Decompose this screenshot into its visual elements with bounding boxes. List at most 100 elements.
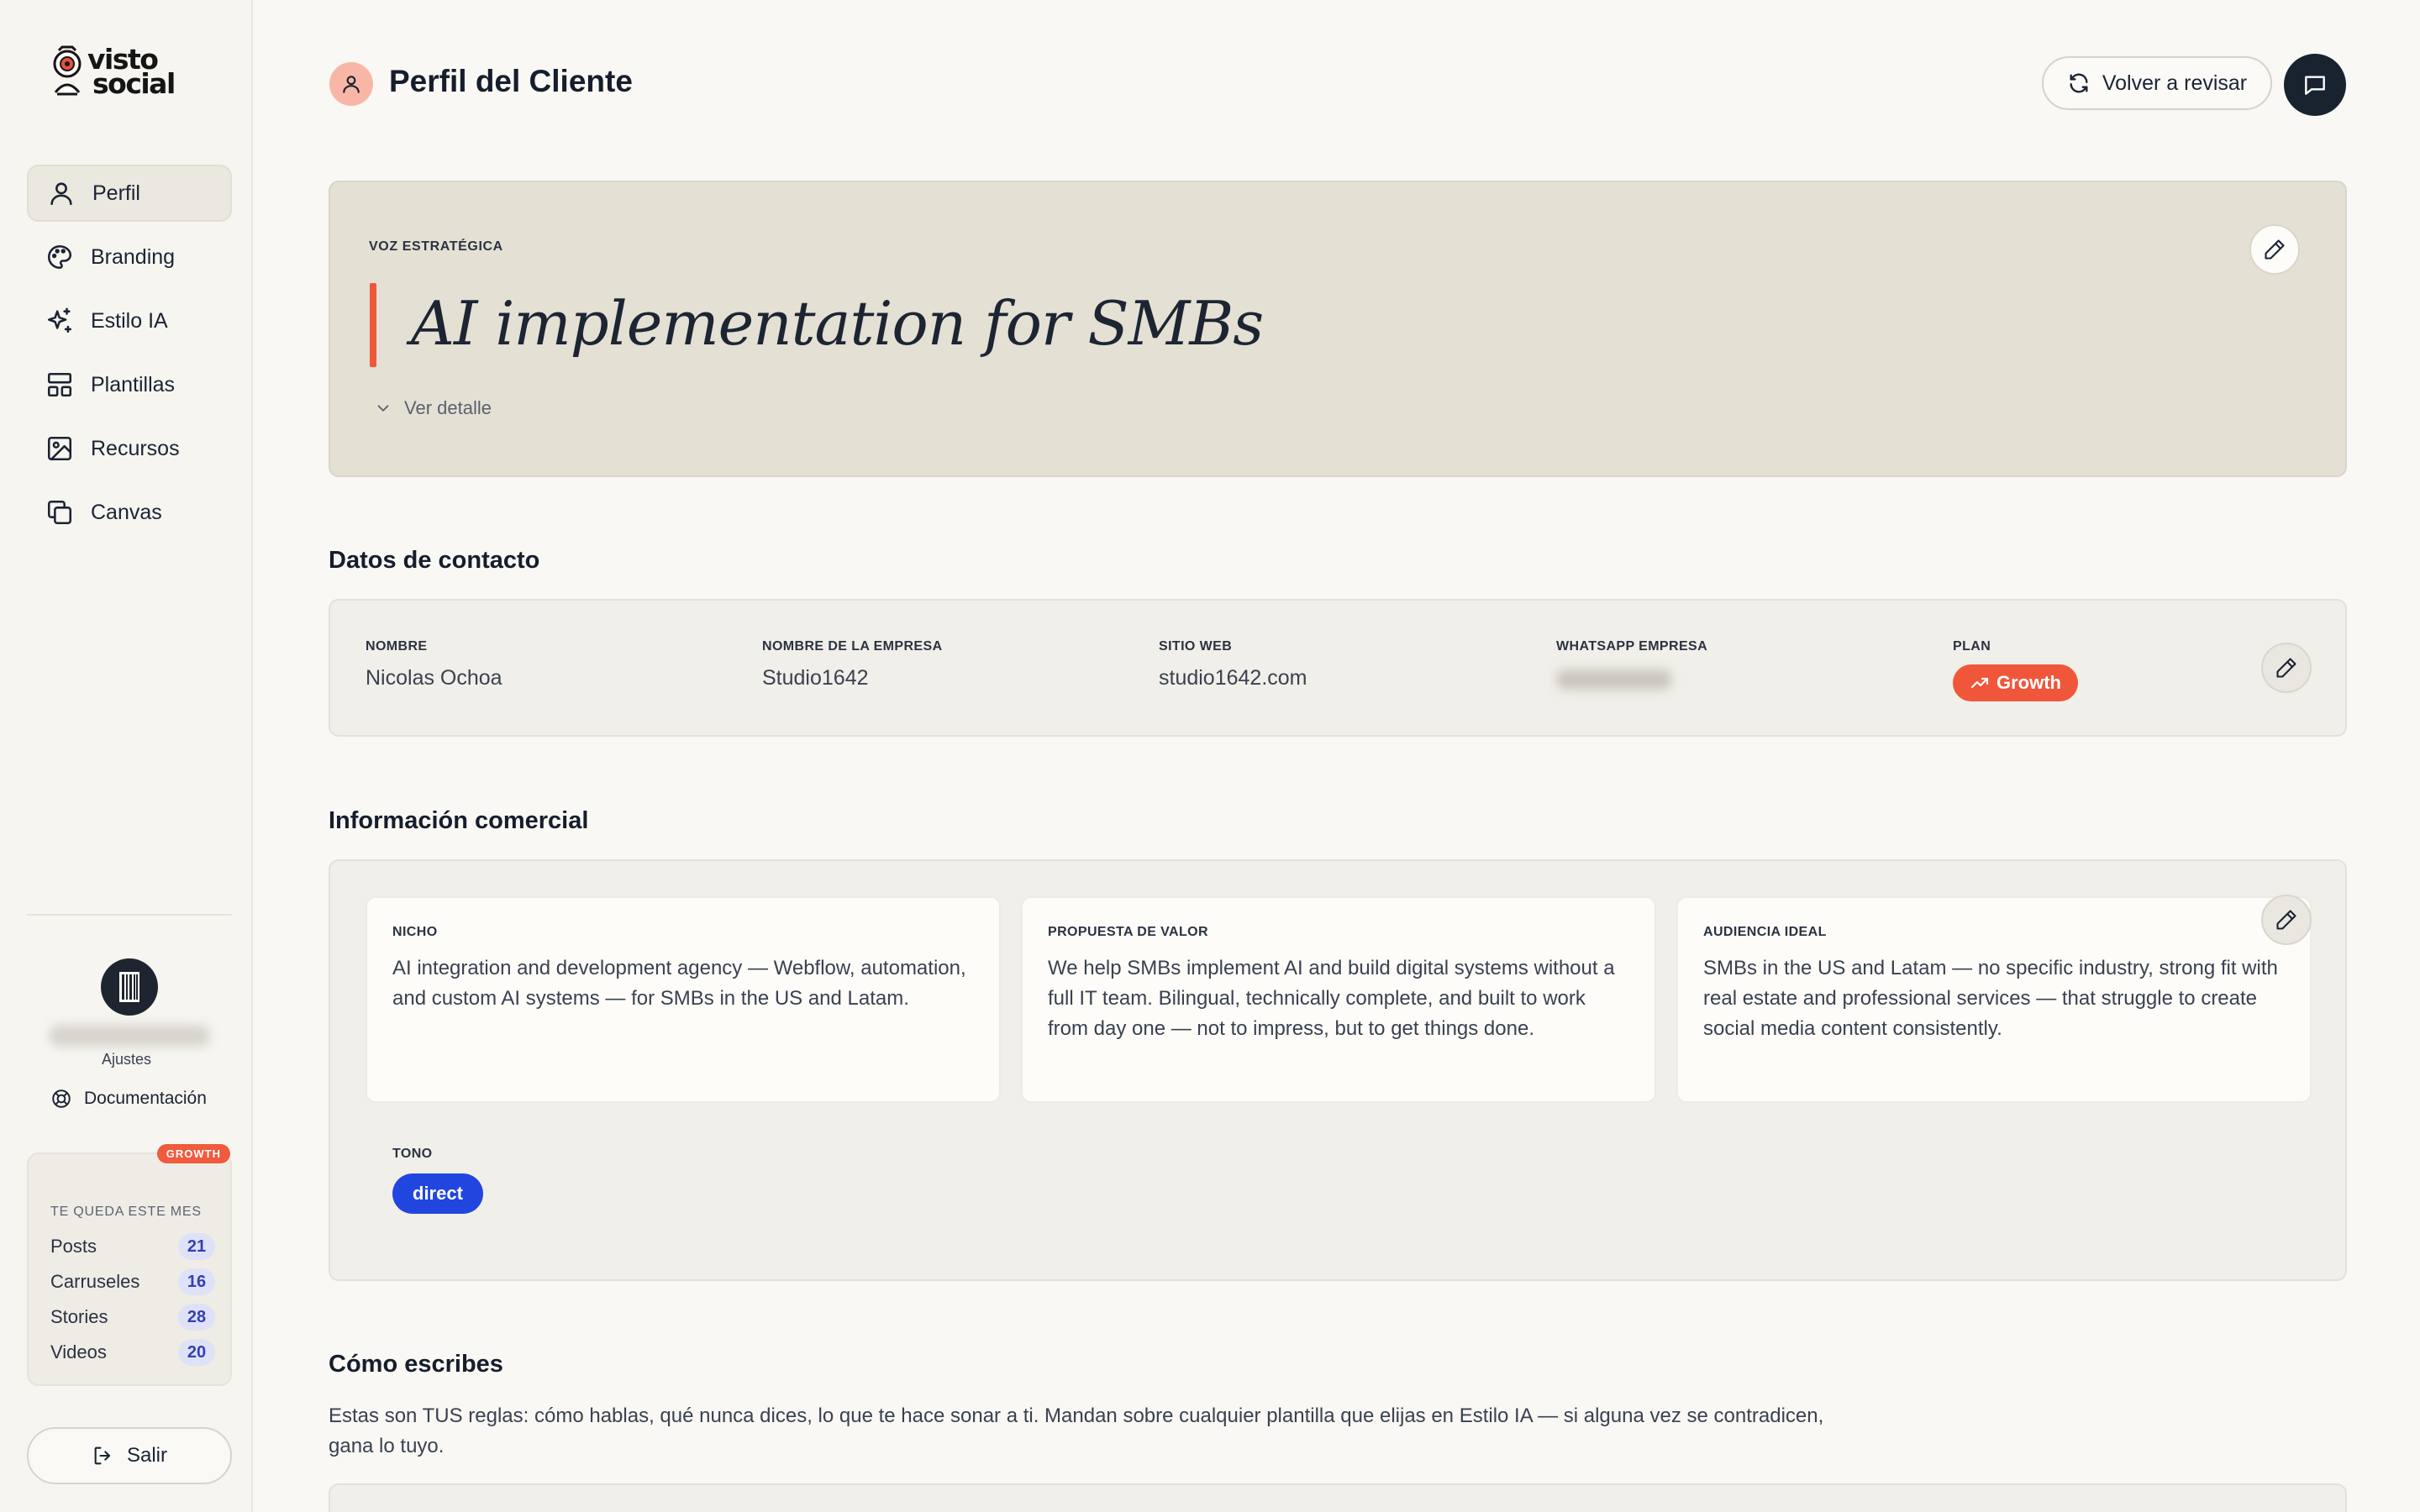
quota-count: 16	[178, 1268, 215, 1295]
sidebar-nav: Perfil Branding Estilo IA Plantillas Rec…	[27, 165, 232, 548]
field-value: SMBs in the US and Latam — no specific i…	[1703, 957, 2278, 1040]
page-title: Perfil del Cliente	[389, 64, 633, 98]
quota-label: Carruseles	[50, 1271, 140, 1292]
sidebar-divider	[27, 914, 232, 916]
field-name: NOMBRE Nicolas Ochoa	[366, 639, 502, 690]
review-again-button[interactable]: Volver a revisar	[2042, 56, 2272, 110]
sidebar-item-canvas[interactable]: Canvas	[27, 484, 232, 541]
field-label: AUDIENCIA IDEAL	[1703, 925, 1827, 939]
strategic-voice-card: VOZ ESTRATÉGICA AI implementation for SM…	[329, 181, 2347, 477]
sidebar-item-label: Estilo IA	[91, 308, 168, 333]
quota-count: 21	[178, 1233, 215, 1260]
trending-up-icon	[1970, 677, 1989, 689]
quota-count: 20	[178, 1339, 215, 1366]
pencil-icon	[2276, 658, 2296, 678]
user-email-redacted	[49, 1025, 210, 1047]
field-value: Nicolas Ochoa	[366, 666, 502, 690]
field-value: studio1642.com	[1159, 666, 1307, 690]
value-proposition-box: PROPUESTA DE VALOR We help SMBs implemen…	[1021, 896, 1656, 1103]
logout-icon	[94, 1446, 111, 1465]
contact-card: NOMBRE Nicolas Ochoa NOMBRE DE LA EMPRES…	[329, 599, 2347, 737]
message-square-icon	[2305, 76, 2325, 95]
image-icon	[47, 436, 72, 461]
sidebar-item-recursos[interactable]: Recursos	[27, 420, 232, 477]
chat-button[interactable]	[2284, 54, 2346, 116]
sidebar-item-label: Recursos	[91, 436, 180, 460]
quota-row-stories: Stories 28	[50, 1304, 215, 1331]
sidebar-item-label: Branding	[91, 244, 176, 269]
sidebar: visto social Perfil Branding Estilo IA P…	[0, 0, 253, 1512]
sidebar-item-estilo-ia[interactable]: Estilo IA	[27, 292, 232, 349]
quota-title: TE QUEDA ESTE MES	[50, 1205, 202, 1219]
avatar[interactable]	[101, 958, 158, 1016]
writing-description: Estas son TUS reglas: cómo hablas, qué n…	[329, 1404, 1824, 1457]
sidebar-item-label: Canvas	[91, 500, 162, 524]
brand-line-2: social	[92, 67, 176, 100]
field-website: SITIO WEB studio1642.com	[1159, 639, 1307, 690]
writing-section-title: Cómo escribes	[329, 1351, 503, 1378]
writing-rules-card	[329, 1483, 2347, 1512]
plan-badge: GROWTH	[156, 1144, 230, 1163]
quota-label: Videos	[50, 1341, 107, 1362]
field-label: WHATSAPP EMPRESA	[1556, 639, 1708, 654]
lifebuoy-icon	[52, 1089, 71, 1108]
field-label: PROPUESTA DE VALOR	[1048, 925, 1208, 939]
field-whatsapp: WHATSAPP EMPRESA	[1556, 639, 1707, 690]
see-detail-label: Ver detalle	[404, 397, 492, 418]
refresh-icon	[2070, 73, 2088, 93]
plan-label: Growth	[1996, 672, 2061, 693]
quota-row-carruseles: Carruseles 16	[50, 1268, 215, 1295]
see-detail-toggle[interactable]: Ver detalle	[374, 397, 492, 419]
plan-badge: Growth	[1953, 664, 2078, 701]
palette-icon	[47, 244, 72, 270]
profile-header-icon	[329, 62, 373, 106]
field-value: Studio1642	[762, 666, 869, 690]
field-plan: PLAN Growth	[1953, 639, 2078, 701]
chevron-down-icon	[377, 405, 389, 412]
commercial-card: NICHO AI integration and development age…	[329, 859, 2347, 1281]
quota-row-videos: Videos 20	[50, 1339, 215, 1366]
sidebar-item-plantillas[interactable]: Plantillas	[27, 356, 232, 413]
field-value: We help SMBs implement AI and build digi…	[1048, 957, 1615, 1040]
edit-commercial-button[interactable]	[2261, 895, 2312, 945]
review-again-label: Volver a revisar	[2102, 71, 2248, 95]
sidebar-item-label: Perfil	[92, 181, 140, 205]
commercial-section-title: Información comercial	[329, 807, 589, 834]
edit-contact-button[interactable]	[2261, 643, 2312, 693]
barcode-logo-icon	[119, 972, 139, 1002]
field-label: TONO	[392, 1147, 433, 1161]
layout-icon	[47, 372, 72, 397]
pencil-icon	[2265, 239, 2285, 260]
brand-logo[interactable]: visto social	[50, 42, 176, 100]
user-icon	[50, 182, 72, 206]
whatsapp-value-redacted	[1556, 669, 1672, 690]
logout-label: Salir	[126, 1444, 167, 1467]
quota-label: Stories	[50, 1306, 108, 1327]
voice-eyebrow: VOZ ESTRATÉGICA	[369, 239, 503, 254]
documentation-link[interactable]: Documentación	[50, 1088, 207, 1110]
sparkles-icon	[47, 307, 72, 333]
sidebar-item-perfil[interactable]: Perfil	[27, 165, 232, 222]
quota-count: 28	[178, 1304, 215, 1331]
niche-box: NICHO AI integration and development age…	[366, 896, 1001, 1103]
sidebar-item-branding[interactable]: Branding	[27, 228, 232, 286]
voice-statement: AI implementation for SMBs	[411, 288, 1264, 359]
settings-link[interactable]: Ajustes	[0, 1051, 253, 1068]
camera-mascot-icon	[53, 45, 82, 96]
ideal-audience-box: AUDIENCIA IDEAL SMBs in the US and Latam…	[1676, 896, 2312, 1103]
copy-icon	[47, 500, 72, 525]
user-icon	[343, 76, 360, 93]
monthly-quota-card: GROWTH TE QUEDA ESTE MES Posts 21 Carrus…	[27, 1144, 232, 1386]
field-label: NICHO	[392, 925, 438, 939]
field-company: NOMBRE DE LA EMPRESA Studio1642	[762, 639, 943, 690]
brand-wordmark: visto social	[87, 45, 176, 100]
field-label: NOMBRE DE LA EMPRESA	[762, 639, 943, 654]
quota-label: Posts	[50, 1236, 97, 1257]
field-value: AI integration and development agency — …	[392, 957, 966, 1010]
logout-button[interactable]: Salir	[27, 1427, 232, 1484]
field-label: NOMBRE	[366, 639, 428, 654]
tone-field: TONO direct	[392, 1147, 483, 1214]
sidebar-item-label: Plantillas	[91, 372, 176, 396]
documentation-label: Documentación	[84, 1089, 207, 1108]
edit-voice-button[interactable]	[2249, 224, 2300, 275]
